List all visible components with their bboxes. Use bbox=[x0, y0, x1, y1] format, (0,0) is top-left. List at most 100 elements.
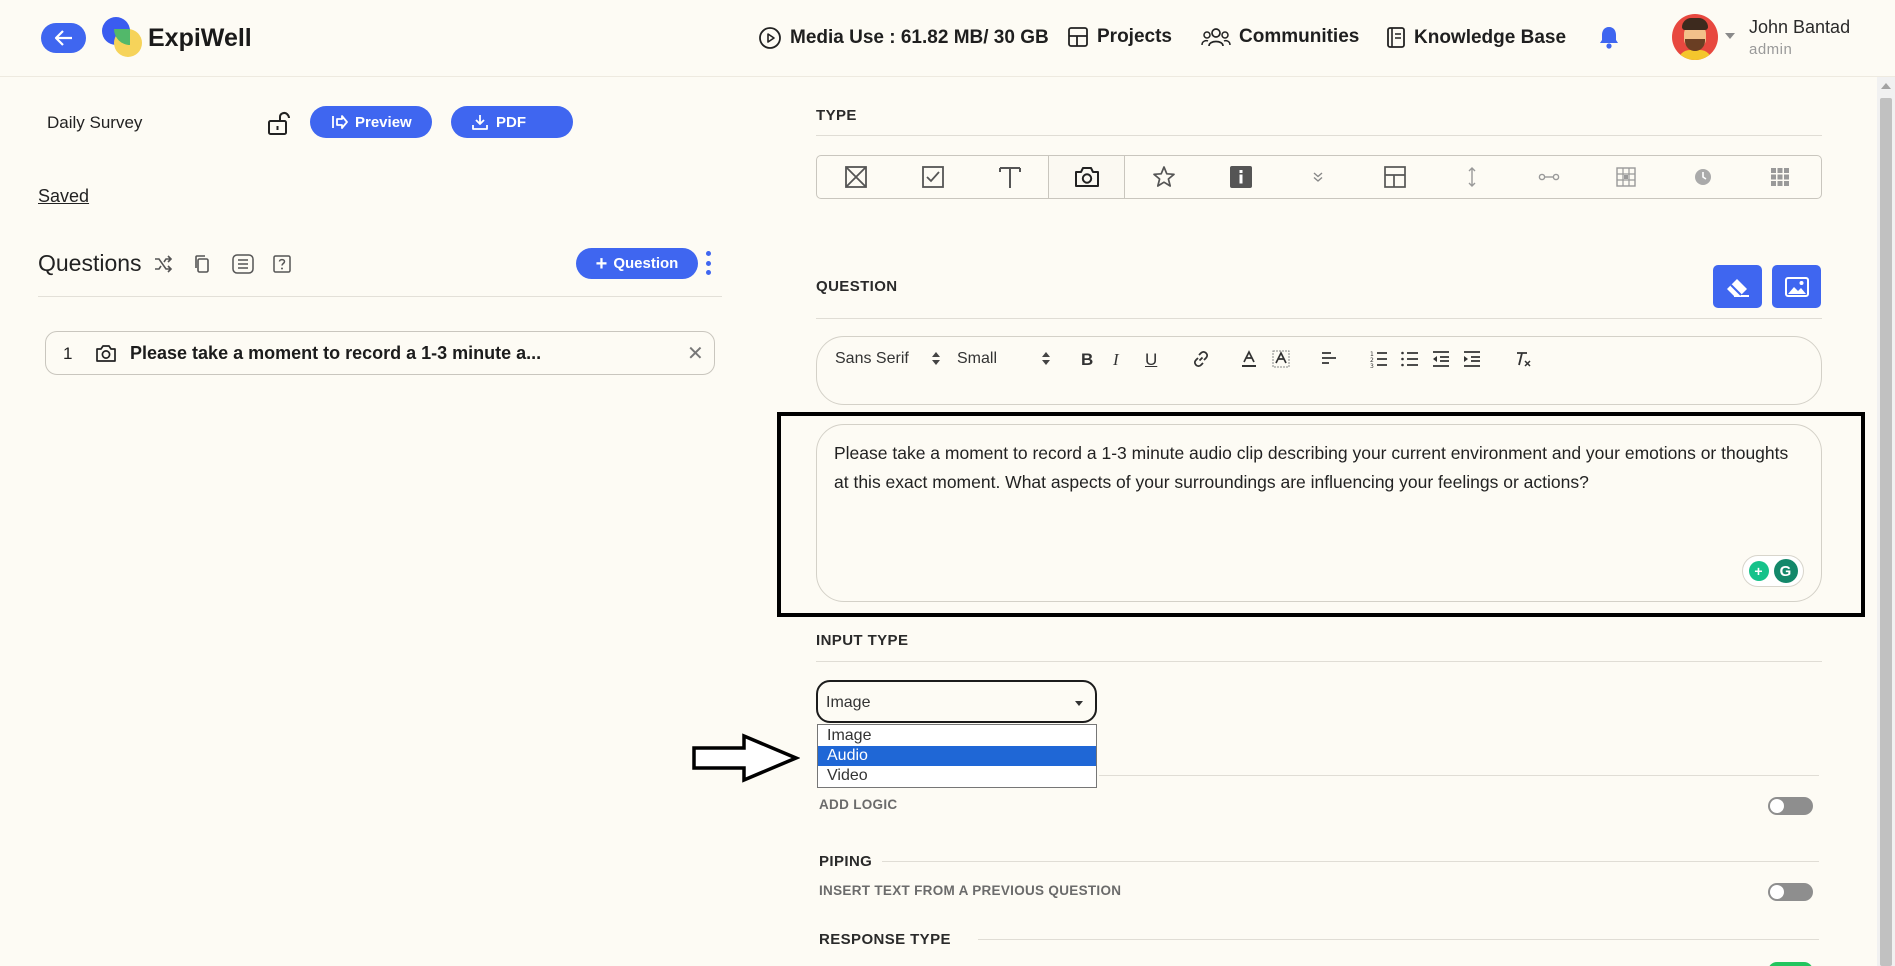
indent-icon[interactable] bbox=[1462, 350, 1482, 368]
saved-status[interactable]: Saved bbox=[38, 186, 89, 207]
shuffle-icon[interactable] bbox=[153, 254, 173, 279]
question-type-bar bbox=[816, 155, 1822, 199]
divider bbox=[978, 939, 1819, 940]
divider bbox=[816, 661, 1822, 662]
horizontal-slider-icon[interactable] bbox=[1510, 156, 1587, 198]
divider bbox=[816, 135, 1822, 136]
input-type-dropdown: Image Audio Video bbox=[817, 724, 1097, 788]
font-size-select[interactable]: Small bbox=[957, 350, 997, 368]
preview-button[interactable]: Preview bbox=[310, 106, 432, 138]
media-use-text: Media Use : 61.82 MB/ 30 GB bbox=[790, 27, 1049, 48]
align-left-icon[interactable] bbox=[1320, 350, 1338, 366]
nav-projects[interactable]: Projects bbox=[1067, 26, 1172, 48]
info-icon[interactable] bbox=[1202, 156, 1279, 198]
user-menu-caret-icon[interactable] bbox=[1725, 33, 1735, 39]
nav-projects-label: Projects bbox=[1097, 26, 1172, 47]
ordered-list-icon[interactable]: 123 bbox=[1369, 350, 1389, 368]
dropdown-chevron-icon[interactable] bbox=[1279, 156, 1356, 198]
input-type-section-label: INPUT TYPE bbox=[816, 632, 909, 649]
add-logic-toggle[interactable] bbox=[1768, 797, 1813, 815]
user-name: John Bantad bbox=[1749, 17, 1851, 37]
preview-label: Preview bbox=[355, 113, 412, 131]
clear-format-button[interactable] bbox=[1713, 265, 1762, 308]
add-question-button[interactable]: + Question bbox=[576, 248, 698, 279]
star-icon[interactable] bbox=[1125, 156, 1202, 198]
nav-communities-label: Communities bbox=[1239, 26, 1360, 47]
bullet-list-icon[interactable] bbox=[1400, 350, 1420, 368]
expiwell-logo bbox=[102, 17, 142, 57]
camera-icon bbox=[95, 343, 117, 368]
image-icon bbox=[1784, 276, 1809, 297]
question-number: 1 bbox=[63, 344, 73, 363]
response-type-section-label: RESPONSE TYPE bbox=[819, 931, 951, 948]
option-audio[interactable]: Audio bbox=[818, 746, 1096, 766]
checkbox-icon[interactable] bbox=[894, 156, 971, 198]
input-type-select[interactable]: Image bbox=[816, 680, 1097, 723]
background-color-icon[interactable] bbox=[1272, 350, 1290, 368]
camera-icon[interactable] bbox=[1048, 156, 1125, 198]
font-family-select[interactable]: Sans Serif bbox=[835, 350, 909, 368]
download-icon bbox=[472, 115, 488, 130]
piping-toggle[interactable] bbox=[1768, 883, 1813, 901]
delete-question-icon[interactable]: ✕ bbox=[687, 341, 704, 366]
top-header: ExpiWell Media Use : 61.82 MB/ 30 GB Pro… bbox=[0, 0, 1895, 77]
help-icon[interactable] bbox=[272, 254, 292, 279]
back-button[interactable] bbox=[41, 23, 86, 53]
option-video[interactable]: Video bbox=[818, 766, 1096, 786]
svg-text:3: 3 bbox=[1370, 363, 1374, 368]
nav-communities[interactable]: Communities bbox=[1201, 26, 1359, 48]
keypad-icon[interactable] bbox=[1741, 156, 1818, 198]
size-select-arrows-icon bbox=[1042, 352, 1050, 366]
insert-text-label: INSERT TEXT FROM A PREVIOUS QUESTION bbox=[819, 883, 1122, 898]
bold-icon[interactable]: B bbox=[1081, 350, 1093, 370]
multiple-choice-icon[interactable] bbox=[817, 156, 894, 198]
outdent-icon[interactable] bbox=[1431, 350, 1451, 368]
divider bbox=[38, 296, 722, 297]
text-icon[interactable] bbox=[971, 156, 1048, 198]
media-use-indicator[interactable]: Media Use : 61.82 MB/ 30 GB bbox=[758, 26, 1049, 50]
more-options-icon[interactable] bbox=[706, 251, 712, 275]
scroll-up-arrow-icon[interactable] bbox=[1881, 83, 1891, 89]
projects-grid-icon bbox=[1068, 27, 1088, 47]
scrollbar-thumb[interactable] bbox=[1880, 98, 1892, 966]
grid-layout-icon[interactable] bbox=[1356, 156, 1433, 198]
copy-icon[interactable] bbox=[192, 254, 212, 279]
editor-toolbar: Sans Serif Small B I U 123 bbox=[816, 336, 1822, 405]
pdf-label: PDF bbox=[496, 113, 526, 131]
annotation-arrow-icon bbox=[692, 733, 800, 783]
users-icon bbox=[1201, 28, 1231, 47]
play-circle-icon bbox=[759, 27, 781, 49]
response-type-toggle[interactable] bbox=[1768, 962, 1813, 966]
unlock-icon[interactable] bbox=[266, 109, 294, 142]
type-section-label: TYPE bbox=[816, 107, 857, 124]
nav-knowledge-base-label: Knowledge Base bbox=[1414, 26, 1567, 48]
text-color-icon[interactable] bbox=[1241, 350, 1257, 368]
question-item-text: Please take a moment to record a 1-3 min… bbox=[130, 343, 542, 363]
user-role: admin bbox=[1749, 41, 1793, 58]
chevron-down-icon bbox=[1075, 701, 1083, 706]
option-image[interactable]: Image bbox=[818, 726, 1096, 746]
eraser-icon bbox=[1726, 278, 1749, 297]
nav-knowledge-base[interactable]: Knowledge Base bbox=[1386, 26, 1566, 49]
preview-arrow-icon bbox=[332, 115, 348, 129]
underline-icon[interactable]: U bbox=[1145, 350, 1157, 370]
annotation-highlight-box bbox=[777, 412, 1865, 617]
clock-icon[interactable] bbox=[1664, 156, 1741, 198]
pdf-button[interactable]: PDF bbox=[451, 106, 573, 138]
question-list-item[interactable]: 1 Please take a moment to record a 1-3 m… bbox=[45, 331, 715, 375]
add-logic-label: ADD LOGIC bbox=[819, 797, 898, 812]
divider bbox=[1099, 775, 1819, 776]
add-question-label: Question bbox=[613, 255, 679, 272]
back-arrow-icon bbox=[54, 30, 72, 46]
user-avatar[interactable] bbox=[1672, 14, 1718, 60]
italic-icon[interactable]: I bbox=[1113, 350, 1119, 370]
clear-formatting-icon[interactable] bbox=[1514, 350, 1532, 368]
book-icon bbox=[1387, 27, 1405, 48]
list-icon[interactable] bbox=[232, 254, 254, 279]
notifications-bell-icon[interactable] bbox=[1597, 24, 1621, 55]
questions-title: Questions bbox=[38, 250, 142, 276]
link-icon[interactable] bbox=[1192, 350, 1210, 368]
insert-image-button[interactable] bbox=[1772, 265, 1821, 308]
vertical-slider-icon[interactable] bbox=[1433, 156, 1510, 198]
matrix-icon[interactable] bbox=[1587, 156, 1664, 198]
